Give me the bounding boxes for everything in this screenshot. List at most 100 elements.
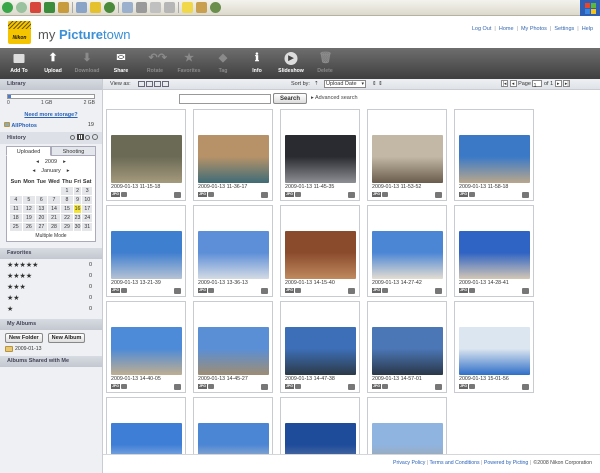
- delete-button[interactable]: 🗑 Delete: [308, 48, 342, 79]
- photo-thumbnail[interactable]: [111, 135, 182, 183]
- calendar-day[interactable]: 8: [61, 196, 73, 204]
- next-month-icon[interactable]: ▸: [67, 167, 70, 176]
- advanced-search-link[interactable]: ▸ Advanced search: [311, 95, 358, 101]
- calendar-day[interactable]: 15: [61, 205, 73, 213]
- favorites-row[interactable]: ★ 0: [0, 304, 102, 315]
- calendar-day[interactable]: 19: [22, 214, 36, 222]
- photo-tile[interactable]: 2009-01-13 11-53-52 JPG: [367, 109, 447, 201]
- photo-thumbnail[interactable]: [459, 135, 530, 183]
- info-button[interactable]: ℹ Info: [240, 48, 274, 79]
- detail-view-icon[interactable]: [162, 80, 169, 87]
- powered-by-link[interactable]: Powered by Picting: [484, 460, 528, 466]
- calendar-day[interactable]: 5: [22, 196, 36, 204]
- all-photos-item[interactable]: AllPhotos 19: [0, 122, 102, 129]
- my-photos-link[interactable]: My Photos: [521, 26, 547, 32]
- history-icon[interactable]: [104, 2, 115, 13]
- favorites-row[interactable]: ★★★★ 0: [0, 271, 102, 282]
- photo-tile[interactable]: 2009-01-13 14-27-42 JPG: [367, 205, 447, 297]
- calendar-day[interactable]: 18: [10, 214, 22, 222]
- settings-link[interactable]: Settings: [554, 26, 574, 32]
- home-icon[interactable]: [58, 2, 69, 13]
- photo-tile[interactable]: 2009-01-13 14-28-41 JPG: [454, 205, 534, 297]
- photo-tile[interactable]: 2009-01-13 13-21-39 JPG: [106, 205, 186, 297]
- refresh-icon[interactable]: [44, 2, 55, 13]
- share-button[interactable]: ✉ Share: [104, 48, 138, 79]
- prev-page-icon[interactable]: ◂: [509, 80, 517, 88]
- grid-large-view-icon[interactable]: [154, 80, 161, 87]
- photo-tile[interactable]: [193, 397, 273, 454]
- photo-thumbnail[interactable]: [285, 327, 356, 375]
- notes-icon[interactable]: [182, 2, 193, 13]
- photo-thumbnail[interactable]: [372, 231, 443, 279]
- photo-thumbnail[interactable]: [198, 135, 269, 183]
- photo-tile[interactable]: 2009-01-13 11-45-35 JPG: [280, 109, 360, 201]
- messenger-icon[interactable]: [196, 2, 207, 13]
- photo-tile[interactable]: [106, 397, 186, 454]
- calendar-day[interactable]: 25: [10, 223, 22, 231]
- calendar-radio-icon[interactable]: [85, 135, 91, 140]
- photo-tile[interactable]: [367, 397, 447, 454]
- stop-icon[interactable]: [30, 2, 41, 13]
- photo-thumbnail[interactable]: [459, 231, 530, 279]
- last-page-icon[interactable]: ▸|: [563, 80, 571, 88]
- photo-tile[interactable]: 2009-01-13 14-45-27 JPG: [193, 301, 273, 393]
- album-folder-item[interactable]: 2009-01-13: [0, 346, 102, 352]
- calendar-day[interactable]: 29: [61, 223, 73, 231]
- next-year-icon[interactable]: ▸: [63, 158, 66, 167]
- comment-icon[interactable]: [348, 192, 355, 198]
- calendar-day[interactable]: 1: [61, 187, 73, 195]
- calendar-day[interactable]: 24: [82, 214, 92, 222]
- calendar-day[interactable]: 10: [82, 196, 92, 204]
- photo-thumbnail[interactable]: [111, 423, 182, 454]
- terms-link[interactable]: Terms and Conditions: [429, 460, 479, 466]
- calendar-day[interactable]: 7: [47, 196, 61, 204]
- first-page-icon[interactable]: |◂: [501, 80, 508, 88]
- calendar-grid-icon[interactable]: [76, 134, 84, 140]
- discuss-icon[interactable]: [164, 2, 175, 13]
- calendar-day[interactable]: 13: [36, 205, 47, 213]
- photo-tile[interactable]: 2009-01-13 14-15-40 JPG: [280, 205, 360, 297]
- privacy-policy-link[interactable]: Privacy Policy: [393, 460, 425, 466]
- calendar-day[interactable]: 6: [36, 196, 47, 204]
- next-page-icon[interactable]: ▸: [554, 80, 562, 88]
- photo-thumbnail[interactable]: [459, 327, 530, 375]
- calendar-day[interactable]: 28: [47, 223, 61, 231]
- edit-icon[interactable]: [150, 2, 161, 13]
- comment-icon[interactable]: [522, 192, 529, 198]
- collapse-icon[interactable]: ⇕ ⇕: [372, 79, 383, 90]
- search-icon[interactable]: [76, 2, 87, 13]
- favorites-row[interactable]: ★★★ 0: [0, 282, 102, 293]
- photo-thumbnail[interactable]: [285, 135, 356, 183]
- calendar-day[interactable]: 22: [61, 214, 73, 222]
- prev-year-icon[interactable]: ◂: [36, 158, 39, 167]
- photo-tile[interactable]: 2009-01-13 11-15-18 JPG: [106, 109, 186, 201]
- tag-button[interactable]: ◆ Tag: [206, 48, 240, 79]
- multiple-mode-link[interactable]: Multiple Mode: [9, 233, 93, 239]
- photo-thumbnail[interactable]: [111, 231, 182, 279]
- favorites-star-icon[interactable]: [90, 2, 101, 13]
- upload-button[interactable]: ⬆ Upload: [36, 48, 70, 79]
- logout-link[interactable]: Log Out: [472, 26, 492, 32]
- calendar-day[interactable]: 2: [73, 187, 82, 195]
- comment-icon[interactable]: [261, 192, 268, 198]
- calendar-day[interactable]: 11: [10, 205, 22, 213]
- prev-month-icon[interactable]: ◂: [32, 167, 35, 176]
- comment-icon[interactable]: [435, 384, 442, 390]
- calendar-day[interactable]: 17: [82, 205, 92, 213]
- favorites-button[interactable]: ★ Favorites: [172, 48, 206, 79]
- page-input[interactable]: 1: [532, 80, 543, 89]
- comment-icon[interactable]: [174, 384, 181, 390]
- forward-icon[interactable]: [16, 2, 27, 13]
- comment-icon[interactable]: [522, 384, 529, 390]
- search-button[interactable]: Search: [273, 93, 307, 104]
- user-icon[interactable]: [210, 2, 221, 13]
- favorites-row[interactable]: ★★★★★ 0: [0, 260, 102, 271]
- calendar-day[interactable]: 20: [36, 214, 47, 222]
- photo-tile[interactable]: 2009-01-13 13-36-13 JPG: [193, 205, 273, 297]
- calendar-day[interactable]: 30: [73, 223, 82, 231]
- calendar-day[interactable]: 9: [73, 196, 82, 204]
- new-album-button[interactable]: New Album: [47, 333, 86, 343]
- list-view-icon[interactable]: [146, 80, 153, 87]
- photo-tile[interactable]: 2009-01-13 14-47-38 JPG: [280, 301, 360, 393]
- favorites-row[interactable]: ★★ 0: [0, 293, 102, 304]
